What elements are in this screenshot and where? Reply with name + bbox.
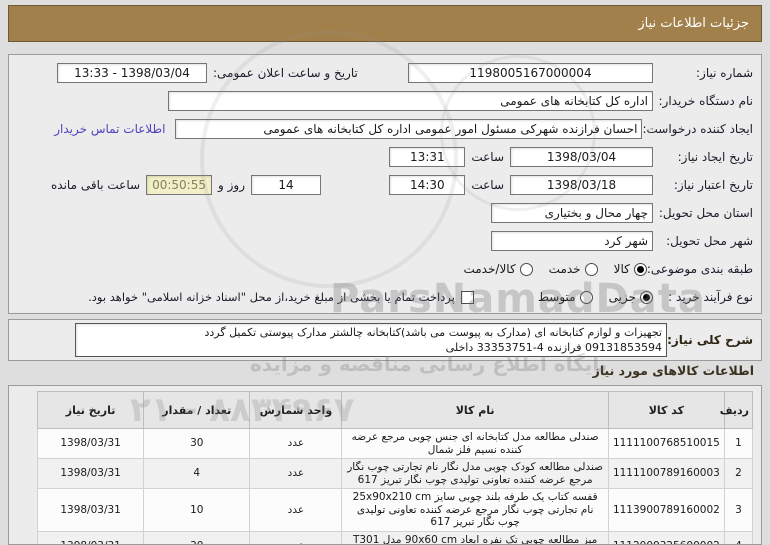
unit: عدد: [249, 458, 343, 489]
province-row: استان محل تحویل: چهار محال و بختیاری: [9, 199, 761, 227]
table-body: 1 1111100768510015 صندلی مطالعه مدل کتابخا…: [36, 428, 754, 544]
process-type-label: نوع فرآیند خرید :: [668, 290, 753, 304]
buyer-org-field[interactable]: اداره کل کتابخانه های عمومی: [168, 91, 653, 111]
validity-date-field[interactable]: 1398/03/18: [510, 175, 653, 195]
quantity: 4: [143, 458, 251, 489]
table-header-row: ردیف کد کالا نام کالا واحد شمارش تعداد / مقد…: [36, 391, 754, 429]
goods-section-title: اطلاعات کالاهای مورد نیاز: [592, 363, 754, 378]
validity-time-label: ساعت: [471, 178, 504, 192]
validity-date-label: تاریخ اعتبار نیاز:: [673, 178, 753, 192]
remaining-days-field[interactable]: 14: [251, 175, 322, 195]
need-date: 1398/03/31: [36, 488, 145, 532]
create-time-field[interactable]: 13:31: [389, 147, 466, 167]
treasury-group: پرداخت تمام یا بخشی از مبلغ خرید،از محل …: [88, 290, 474, 304]
need-details-page: جزئیات اطلاعات نیاز شماره نیاز: 11980051…: [0, 0, 770, 545]
classification-row: طبقه بندی موضوعی: کالا خدمت کالا/خدمت: [9, 255, 761, 283]
creator-row: ایجاد کننده درخواست: احسان فرازنده شهرکی…: [9, 115, 761, 143]
radio-goods-service[interactable]: [519, 262, 533, 276]
page-header: جزئیات اطلاعات نیاز: [8, 5, 762, 42]
create-date-field[interactable]: 1398/03/04: [510, 147, 653, 167]
radio-service-label: خدمت: [548, 262, 581, 276]
creator-field[interactable]: احسان فرازنده شهرکی مسئول امور عمومی ادا…: [175, 119, 643, 139]
announce-datetime-field[interactable]: 1398/03/04 - 13:33: [57, 63, 207, 83]
item-code: 1111100768510015: [607, 428, 725, 459]
remaining-group: 14 روز و 00:50:55 ساعت باقی مانده: [45, 175, 322, 195]
page-title: جزئیات اطلاعات نیاز: [638, 16, 749, 31]
table-row[interactable]: 1 1111100768510015 صندلی مطالعه مدل کتابخا…: [36, 428, 754, 459]
need-date: 1398/03/31: [36, 428, 145, 459]
item-code: 1111100789160003: [607, 458, 725, 489]
unit: عدد: [249, 428, 343, 459]
creator-label: ایجاد کننده درخواست:: [642, 122, 753, 136]
row-index: 2: [723, 458, 754, 489]
radio-medium[interactable]: [579, 290, 593, 304]
radio-goods-label: کالا: [613, 262, 630, 276]
radio-goods-service-label: کالا/خدمت: [463, 262, 516, 276]
province-field[interactable]: چهار محال و بختیاری: [491, 203, 653, 223]
item-name: قفسه کتاب یک طرفه بلند چوبی سایز 25x90x2…: [341, 488, 609, 532]
quantity: 10: [143, 488, 251, 532]
city-label: شهر محل تحویل:: [666, 234, 753, 248]
description-label: شرح کلی نیاز:: [667, 333, 753, 347]
remaining-label: ساعت باقی مانده: [51, 178, 141, 192]
need-info-panel: شماره نیاز: 1198005167000004 تاریخ و ساع…: [8, 54, 762, 314]
validity-time-field[interactable]: 14:30: [389, 175, 466, 195]
item-code: 1112000325600002: [607, 530, 725, 544]
countdown-field: 00:50:55: [146, 175, 213, 195]
buyer-org-row: نام دستگاه خریدار: اداره کل کتابخانه های…: [9, 87, 761, 115]
table-row[interactable]: 41112000325600002میز مطالعه چوبی تک نفره…: [36, 530, 754, 544]
days-label: روز و: [218, 178, 246, 192]
quantity: 30: [143, 530, 251, 544]
unit: عدد: [249, 530, 343, 544]
announce-group: تاریخ و ساعت اعلان عمومی: 1398/03/04 - 1…: [57, 63, 364, 83]
item-code: 1113900789160002: [607, 488, 725, 532]
item-name: صندلی مطالعه مدل کتابخانه ای جنس چوبی مر…: [341, 428, 609, 459]
item-name: میز مطالعه چوبی تک نفره ابعاد 90x60 cm م…: [341, 530, 609, 544]
table-row[interactable]: 2 1111100789160003 صندلی مطالعه کودک چوبی …: [36, 458, 754, 489]
column-header: ردیف: [720, 391, 754, 429]
need-date: 1398/03/31: [36, 458, 145, 489]
buyer-contact-link[interactable]: اطلاعات تماس خریدار: [54, 122, 165, 136]
announce-label: تاریخ و ساعت اعلان عمومی:: [213, 66, 358, 80]
column-header: نام کالا: [341, 391, 609, 429]
radio-service[interactable]: [584, 262, 598, 276]
radio-minor-label: جزیی: [608, 290, 636, 304]
description-panel: شرح کلی نیاز: تجهیزات و لوازم کتابخانه ا…: [8, 319, 762, 361]
city-field[interactable]: شهر کرد: [491, 231, 653, 251]
province-label: استان محل تحویل:: [658, 206, 753, 220]
row-index: 3: [723, 488, 754, 532]
city-row: شهر محل تحویل: شهر کرد: [9, 227, 761, 255]
item-name: صندلی مطالعه کودک چوبی مدل نگار نام تجار…: [341, 458, 609, 489]
validity-date-row: تاریخ اعتبار نیاز: 1398/03/18 ساعت 14:30…: [9, 171, 761, 199]
column-header: تاریخ نیاز: [36, 391, 145, 429]
need-number-label: شماره نیاز:: [696, 66, 753, 80]
need-number-field[interactable]: 1198005167000004: [408, 63, 653, 83]
create-date-label: تاریخ ایجاد نیاز:: [677, 150, 753, 164]
goods-panel: ردیف کد کالا نام کالا واحد شمارش تعداد / مقد…: [8, 385, 762, 545]
radio-medium-label: متوسط: [537, 290, 576, 304]
unit: عدد: [249, 488, 343, 532]
quantity: 30: [143, 428, 251, 459]
create-time-label: ساعت: [471, 150, 504, 164]
create-date-row: تاریخ ایجاد نیاز: 1398/03/04 ساعت 13:31: [9, 143, 761, 171]
process-type-row: نوع فرآیند خرید : جزیی متوسط پرداخت تمام…: [9, 283, 761, 311]
row-index: 4: [723, 530, 754, 544]
buyer-org-label: نام دستگاه خریدار:: [658, 94, 754, 108]
treasury-checkbox[interactable]: [460, 290, 474, 304]
column-header: تعداد / مقدار: [143, 391, 251, 429]
treasury-note: پرداخت تمام یا بخشی از مبلغ خرید،از محل …: [88, 290, 455, 304]
need-number-row: شماره نیاز: 1198005167000004 تاریخ و ساع…: [9, 59, 761, 87]
need-date: 1398/03/31: [36, 530, 145, 544]
classification-label: طبقه بندی موضوعی:: [646, 262, 753, 276]
column-header: کد کالا: [607, 391, 725, 429]
table-row[interactable]: 3 1113900789160002 قفسه کتاب یک طرفه بلند …: [36, 488, 754, 532]
radio-goods[interactable]: [633, 262, 647, 276]
goods-table: ردیف کد کالا نام کالا واحد شمارش تعداد / مقد…: [36, 391, 754, 544]
description-textarea[interactable]: تجهیزات و لوازم کتابخانه ای (مدارک به پی…: [75, 323, 667, 357]
row-index: 1: [723, 428, 754, 459]
radio-minor[interactable]: [640, 290, 653, 304]
column-header: واحد شمارش: [249, 391, 343, 429]
